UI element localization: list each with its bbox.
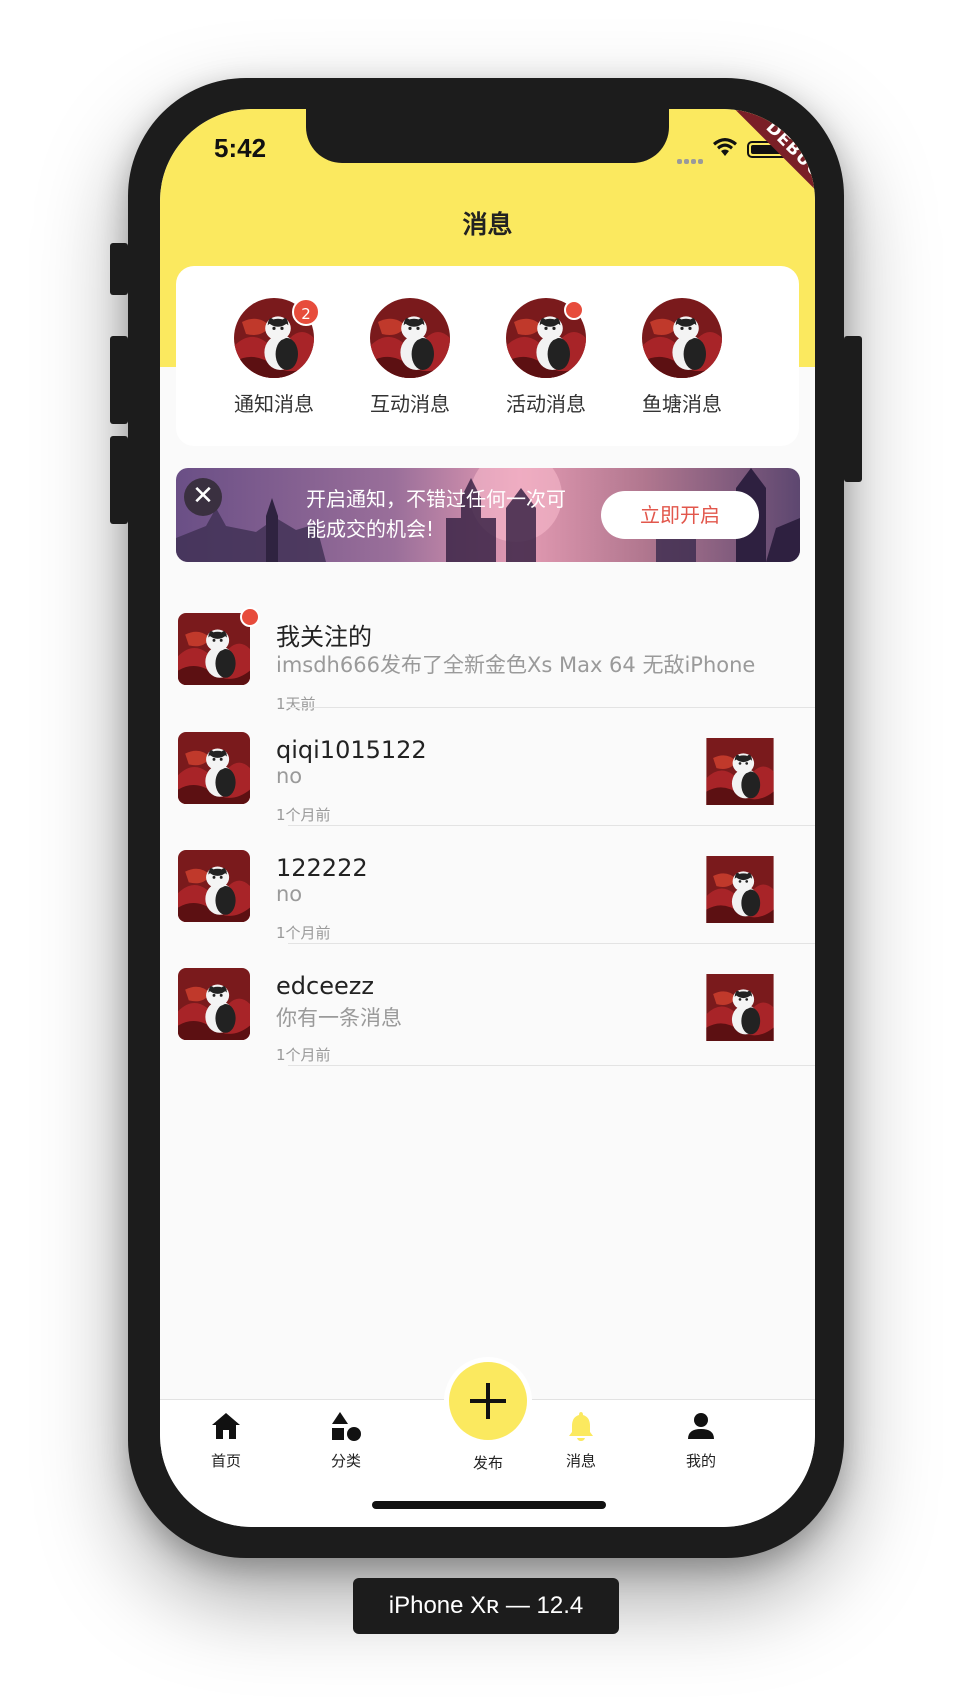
avatar	[178, 613, 250, 685]
publish-button[interactable]	[449, 1362, 527, 1440]
message-preview: imsdh666发布了全新金色Xs Max 64 无敌iPhone	[276, 653, 756, 677]
home-indicator[interactable]	[372, 1501, 606, 1509]
power-button	[844, 336, 862, 482]
volume-up-button	[110, 336, 128, 424]
item-thumbnail	[692, 974, 788, 1041]
message-sender: qiqi1015122	[276, 736, 427, 764]
cellular-signal-icon	[677, 149, 705, 168]
message-sender: 我关注的	[276, 623, 372, 651]
message-category-card: 2 通知消息 互动消息 活动消息 鱼塘消息	[176, 266, 799, 446]
tab-label: 首页	[210, 1452, 241, 1470]
tab-label: 我的	[685, 1452, 716, 1470]
category-label: 通知消息	[234, 392, 314, 416]
unread-dot-badge	[564, 300, 584, 320]
tab-category[interactable]: 分类	[306, 1410, 386, 1471]
message-sender: 122222	[276, 854, 368, 882]
unread-dot-badge	[240, 607, 260, 627]
message-time: 1个月前	[276, 924, 331, 942]
list-item[interactable]: 我关注的 imsdh666发布了全新金色Xs Max 64 无敌iPhone 1…	[160, 579, 815, 713]
message-preview: no	[276, 882, 303, 906]
message-sender: edceezz	[276, 972, 374, 1000]
enable-notification-banner: ✕ 开启通知，不错过任何一次可能成交的机会! 立即开启	[176, 468, 800, 562]
category-avatar	[370, 298, 450, 378]
message-time: 1个月前	[276, 806, 331, 824]
device-label: iPhone Xʀ — 12.4	[353, 1578, 619, 1634]
bell-icon	[569, 1412, 593, 1441]
category-label: 活动消息	[506, 392, 586, 416]
category-notifications[interactable]: 2 通知消息	[214, 298, 334, 417]
enable-now-button[interactable]: 立即开启	[601, 491, 759, 539]
tab-label: 发布	[472, 1454, 503, 1472]
message-preview: no	[276, 764, 303, 788]
app-screen: 5:42 DEBUG 消息 2 通知消息 互动消息 活动消息 鱼塘消息 ✕ 开启…	[160, 109, 815, 1527]
tab-label: 分类	[330, 1452, 361, 1470]
home-icon	[212, 1413, 240, 1439]
person-icon	[688, 1413, 714, 1439]
divider	[288, 1065, 815, 1066]
shapes-icon	[332, 1412, 361, 1441]
page-title: 消息	[462, 210, 513, 239]
close-icon: ✕	[192, 481, 214, 511]
avatar	[178, 968, 250, 1040]
wifi-icon	[713, 138, 737, 156]
category-interactions[interactable]: 互动消息	[350, 298, 470, 417]
plus-icon	[470, 1383, 506, 1419]
tab-label: 消息	[565, 1452, 596, 1470]
banner-message: 开启通知，不错过任何一次可能成交的机会!	[306, 487, 566, 541]
list-item[interactable]: qiqi1015122 no 1个月前	[160, 708, 815, 826]
list-item[interactable]: 122222 no 1个月前	[160, 826, 815, 944]
unread-count-badge: 2	[292, 298, 320, 326]
tab-home[interactable]: 首页	[186, 1410, 266, 1471]
category-label: 互动消息	[370, 392, 450, 416]
message-preview: 你有一条消息	[276, 1006, 402, 1030]
category-activities[interactable]: 活动消息	[486, 298, 606, 417]
item-thumbnail	[692, 856, 788, 923]
avatar	[178, 732, 250, 804]
list-item[interactable]: edceezz 你有一条消息 1个月前	[160, 944, 815, 1066]
item-thumbnail	[692, 738, 788, 805]
tab-messages[interactable]: 消息	[541, 1410, 621, 1471]
banner-close-button[interactable]: ✕	[184, 478, 222, 516]
mute-switch	[110, 243, 128, 295]
category-fishpond[interactable]: 鱼塘消息	[622, 298, 742, 417]
notch	[306, 109, 669, 163]
category-avatar	[642, 298, 722, 378]
tab-mine[interactable]: 我的	[661, 1410, 741, 1471]
volume-down-button	[110, 436, 128, 524]
category-label: 鱼塘消息	[642, 392, 722, 416]
avatar	[178, 850, 250, 922]
status-time: 5:42	[214, 133, 267, 163]
message-list: 我关注的 imsdh666发布了全新金色Xs Max 64 无敌iPhone 1…	[160, 579, 815, 1066]
message-time: 1个月前	[276, 1046, 331, 1064]
